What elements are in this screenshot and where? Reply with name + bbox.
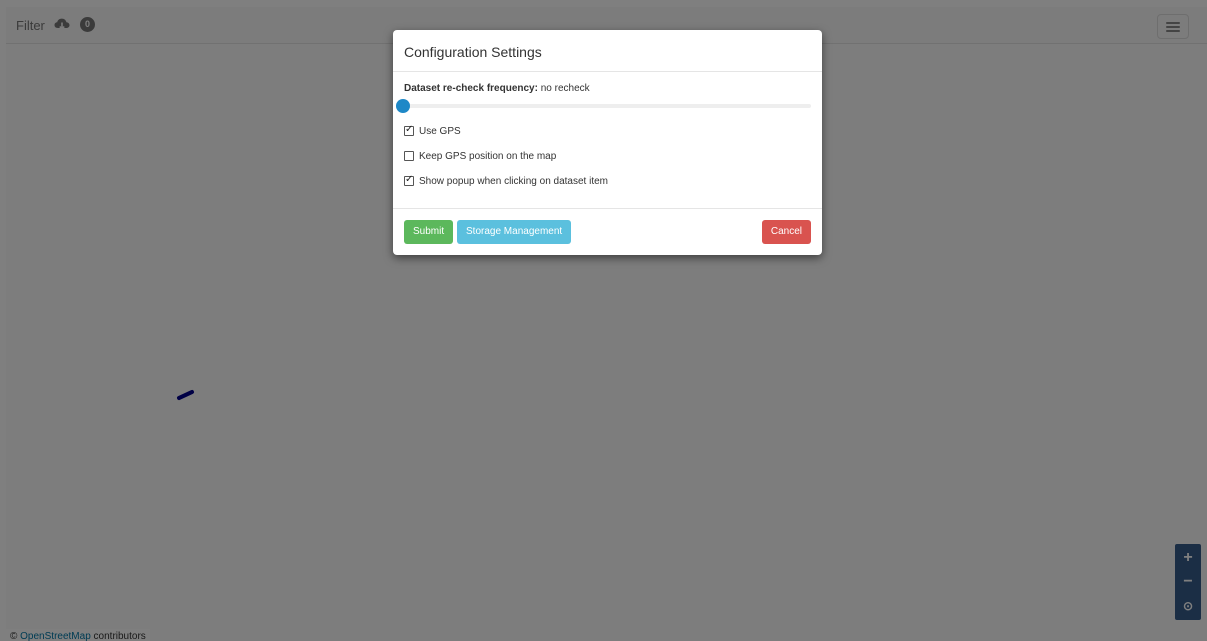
option-show-popup[interactable]: ✓ Show popup when clicking on dataset it… — [404, 174, 608, 188]
frequency-slider-handle[interactable] — [396, 99, 410, 113]
modal-title: Configuration Settings — [404, 44, 542, 60]
frequency-label: Dataset re-check frequency: — [404, 83, 538, 94]
checkmark-icon: ✓ — [405, 124, 414, 135]
configuration-modal: Configuration Settings Dataset re-check … — [393, 30, 822, 255]
option-use-gps[interactable]: ✓ Use GPS — [404, 124, 461, 138]
cancel-button[interactable]: Cancel — [761, 220, 811, 244]
modal-footer: Submit Storage Management Cancel — [393, 208, 822, 255]
frequency-slider-track[interactable] — [404, 104, 811, 108]
modal-header: Configuration Settings — [393, 30, 822, 72]
use-gps-checkbox[interactable]: ✓ — [404, 124, 414, 136]
keep-gps-position-checkbox[interactable] — [404, 151, 414, 161]
keep-gps-position-label[interactable]: Keep GPS position on the map — [419, 151, 556, 162]
checkmark-icon: ✓ — [405, 174, 414, 185]
use-gps-label[interactable]: Use GPS — [419, 126, 461, 137]
modal-body: Dataset re-check frequency: no recheck ✓… — [393, 72, 822, 208]
show-popup-label[interactable]: Show popup when clicking on dataset item — [419, 176, 608, 187]
storage-management-button[interactable]: Storage Management — [457, 220, 572, 244]
option-keep-gps-position[interactable]: Keep GPS position on the map — [404, 149, 556, 163]
frequency-line: Dataset re-check frequency: no recheck — [404, 83, 590, 94]
submit-button[interactable]: Submit — [404, 220, 454, 244]
show-popup-checkbox[interactable]: ✓ — [404, 174, 414, 186]
frequency-value: no recheck — [540, 83, 590, 94]
